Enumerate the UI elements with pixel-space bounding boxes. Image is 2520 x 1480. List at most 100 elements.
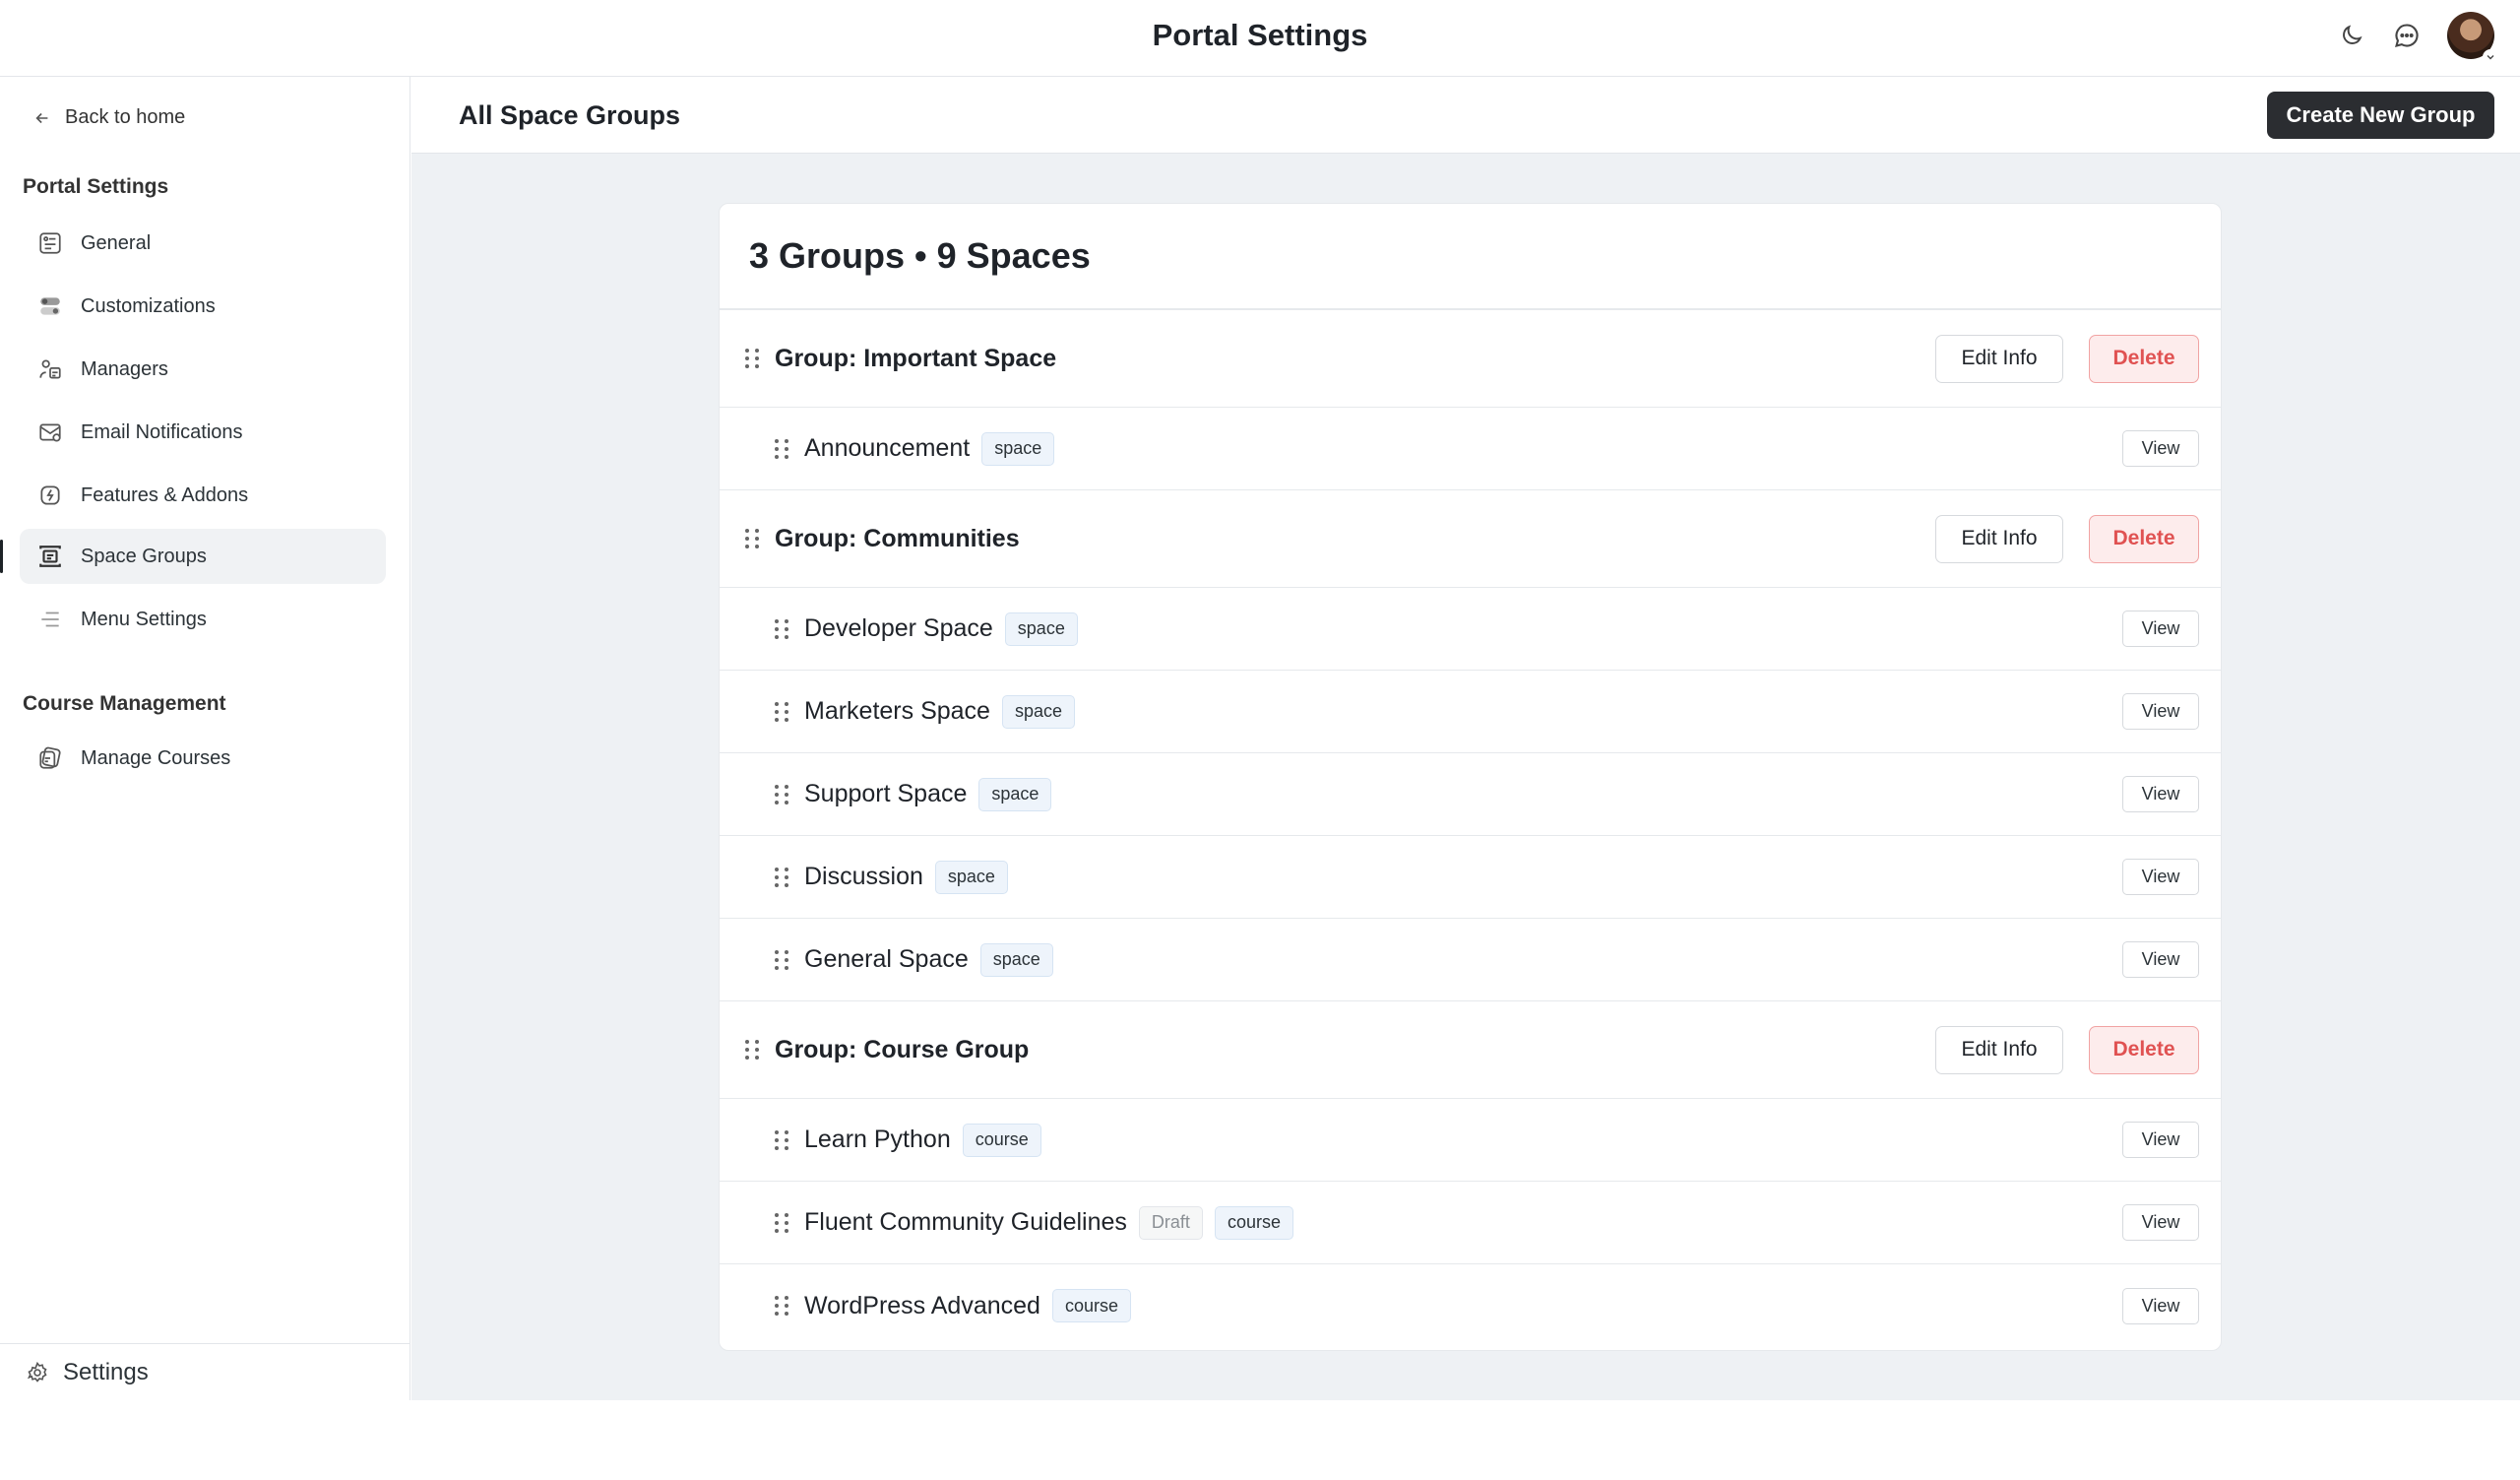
view-button[interactable]: View [2122, 859, 2199, 895]
space-row: Discussion space View [720, 836, 2221, 919]
space-name: Support Space [804, 780, 968, 807]
section-title: All Space Groups [459, 100, 681, 130]
moon-icon[interactable] [2337, 21, 2366, 50]
drag-handle-icon[interactable] [775, 867, 788, 887]
group-name: Group: Important Space [775, 344, 1057, 372]
sidebar-item-manage-courses[interactable]: Manage Courses [20, 731, 386, 786]
space-row: Learn Python course View [720, 1099, 2221, 1182]
space-row: WordPress Advanced course View [720, 1264, 2221, 1347]
gear-icon [27, 1361, 47, 1383]
row-actions: View [2122, 1099, 2199, 1181]
type-badge: space [981, 431, 1055, 466]
edit-info-button[interactable]: Edit Info [1935, 334, 2063, 383]
arrow-left-icon [35, 112, 48, 123]
chat-icon[interactable] [2392, 21, 2422, 50]
sidebar-item-label: Customizations [81, 294, 216, 317]
view-button[interactable]: View [2122, 693, 2199, 730]
header-actions [2337, 12, 2498, 65]
type-badge: space [934, 860, 1008, 894]
sidebar-item-email-notifications[interactable]: Email Notifications [20, 405, 386, 460]
view-button[interactable]: View [2122, 430, 2199, 467]
view-button[interactable]: View [2122, 1287, 2199, 1324]
delete-button[interactable]: Delete [2089, 1025, 2199, 1074]
delete-button[interactable]: Delete [2089, 514, 2199, 563]
space-row: Fluent Community Guidelines Draft course… [720, 1182, 2221, 1264]
view-button[interactable]: View [2122, 776, 2199, 812]
view-button[interactable]: View [2122, 941, 2199, 978]
sidebar-item-menu-settings[interactable]: Menu Settings [20, 592, 386, 647]
drag-handle-icon[interactable] [775, 618, 788, 639]
sidebar-item-label: Space Groups [81, 545, 207, 567]
content-header: All Space Groups Create New Group [411, 77, 2520, 154]
type-badge: course [1214, 1205, 1293, 1240]
type-badge: space [978, 777, 1052, 811]
edit-info-button[interactable]: Edit Info [1935, 514, 2063, 563]
create-new-group-button[interactable]: Create New Group [2267, 92, 2494, 139]
row-actions: View [2122, 1182, 2199, 1263]
settings-link[interactable]: Settings [0, 1343, 410, 1400]
space-row: General Space space View [720, 919, 2221, 1001]
edit-info-button[interactable]: Edit Info [1935, 1025, 2063, 1074]
sidebar-item-label: Managers [81, 357, 168, 380]
active-indicator [0, 540, 3, 573]
drag-handle-icon[interactable] [775, 784, 788, 804]
sidebar-item-features-addons[interactable]: Features & Addons [20, 468, 386, 523]
space-row: Developer Space space View [720, 588, 2221, 671]
type-badge: course [1051, 1289, 1131, 1322]
drag-handle-icon[interactable] [775, 438, 788, 459]
row-actions: View [2122, 408, 2199, 489]
toggles-icon [35, 291, 65, 321]
email-icon [35, 418, 65, 447]
space-row: Support Space space View [720, 753, 2221, 836]
row-actions: View [2122, 919, 2199, 1000]
drag-handle-icon[interactable] [775, 1296, 788, 1316]
group-row: Group: Important Space Edit Info Delete [720, 310, 2221, 408]
sidebar-item-customizations[interactable]: Customizations [20, 279, 386, 334]
back-to-home-link[interactable]: Back to home [33, 106, 185, 129]
drag-handle-icon[interactable] [745, 1040, 759, 1060]
menu-lines-icon [35, 605, 65, 634]
view-button[interactable]: View [2122, 611, 2199, 647]
type-badge: space [1001, 694, 1076, 729]
sidebar-item-space-groups[interactable]: Space Groups [20, 529, 386, 584]
sidebar-item-general[interactable]: General [20, 216, 386, 271]
drag-handle-icon[interactable] [775, 701, 788, 722]
type-badge: space [979, 942, 1053, 977]
sidebar: Back to home Portal Settings General Cus… [0, 77, 410, 1400]
group-actions: Edit Info Delete [1935, 490, 2199, 587]
course-management-heading: Course Management [23, 692, 226, 715]
space-name: General Space [804, 945, 969, 973]
avatar[interactable] [2447, 12, 2498, 65]
settings-label: Settings [63, 1358, 149, 1385]
sidebar-item-managers[interactable]: Managers [20, 342, 386, 397]
drag-handle-icon[interactable] [775, 1129, 788, 1150]
sidebar-item-label: Email Notifications [81, 420, 243, 443]
drag-handle-icon[interactable] [775, 1212, 788, 1233]
group-row: Group: Communities Edit Info Delete [720, 490, 2221, 588]
sidebar-item-label: Manage Courses [81, 746, 231, 769]
space-name: Marketers Space [804, 697, 990, 725]
drag-handle-icon[interactable] [745, 349, 759, 368]
page-title: Portal Settings [1152, 18, 1368, 52]
chevron-down-icon [2483, 49, 2498, 65]
portal-settings-heading: Portal Settings [23, 175, 169, 198]
sidebar-item-label: General [81, 231, 152, 254]
back-label: Back to home [65, 106, 186, 128]
space-name: Learn Python [804, 1126, 951, 1153]
space-row: Announcement space View [720, 408, 2221, 490]
top-header: Portal Settings [0, 0, 2520, 77]
delete-button[interactable]: Delete [2089, 334, 2199, 383]
group-row: Group: Course Group Edit Info Delete [720, 1001, 2221, 1099]
view-button[interactable]: View [2122, 1122, 2199, 1158]
groups-summary: 3 Groups • 9 Spaces [720, 204, 2221, 310]
drag-handle-icon[interactable] [775, 949, 788, 970]
draft-badge: Draft [1138, 1205, 1203, 1240]
main-content: All Space Groups Create New Group 3 Grou… [411, 77, 2520, 1400]
group-name: Group: Communities [775, 524, 1020, 552]
row-actions: View [2122, 753, 2199, 835]
view-button[interactable]: View [2122, 1204, 2199, 1241]
space-name: Discussion [804, 863, 923, 890]
features-icon [35, 481, 65, 510]
space-name: Announcement [804, 434, 971, 462]
drag-handle-icon[interactable] [745, 529, 759, 548]
